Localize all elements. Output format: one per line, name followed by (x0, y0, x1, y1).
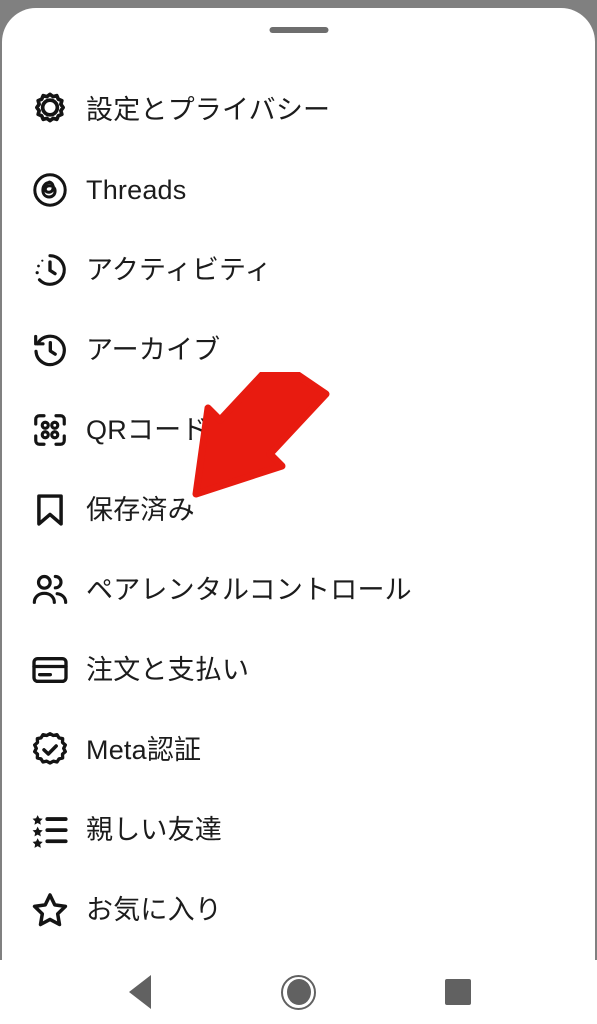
star-list-icon (24, 804, 76, 856)
menu-item-label: Threads (86, 174, 187, 205)
menu-item-label: 保存済み (86, 494, 195, 525)
star-icon (24, 884, 76, 936)
menu-item-parental-controls[interactable]: ペアレンタルコントロール (2, 550, 595, 630)
gear-icon (24, 84, 76, 136)
menu-item-label: 注文と支払い (86, 654, 250, 685)
phone-screen: 設定とプライバシー Threads アクティビティ アーカイブ QRコード 保存… (0, 0, 597, 1024)
menu-item-settings-privacy[interactable]: 設定とプライバシー (2, 70, 595, 150)
bookmark-icon (24, 484, 76, 536)
nav-back-button[interactable] (108, 960, 172, 1024)
menu-item-qr-code[interactable]: QRコード (2, 390, 595, 470)
menu-item-orders-payments[interactable]: 注文と支払い (2, 630, 595, 710)
menu-item-meta-verified[interactable]: Meta認証 (2, 710, 595, 790)
credit-card-icon (24, 644, 76, 696)
menu-item-label: QRコード (86, 414, 209, 445)
back-triangle-icon (128, 975, 151, 1009)
menu-item-label: 設定とプライバシー (86, 94, 331, 125)
nav-recents-button[interactable] (426, 960, 490, 1024)
menu-list: 設定とプライバシー Threads アクティビティ アーカイブ QRコード 保存… (2, 70, 595, 950)
menu-item-label: ペアレンタルコントロール (86, 574, 412, 605)
menu-item-threads[interactable]: Threads (2, 150, 595, 230)
menu-item-label: 親しい友達 (86, 814, 222, 845)
activity-clock-icon (24, 244, 76, 296)
menu-item-label: お気に入り (86, 894, 222, 925)
menu-item-archive[interactable]: アーカイブ (2, 310, 595, 390)
menu-item-favorites[interactable]: お気に入り (2, 870, 595, 950)
bottom-sheet: 設定とプライバシー Threads アクティビティ アーカイブ QRコード 保存… (2, 8, 595, 960)
archive-clock-icon (24, 324, 76, 376)
qr-code-icon (24, 404, 76, 456)
menu-item-label: アクティビティ (86, 254, 272, 285)
verified-badge-icon (24, 724, 76, 776)
threads-icon (24, 164, 76, 216)
menu-item-activity[interactable]: アクティビティ (2, 230, 595, 310)
drag-handle[interactable] (269, 27, 328, 33)
people-icon (24, 564, 76, 616)
menu-item-label: Meta認証 (86, 734, 202, 765)
android-navigation-bar (0, 960, 597, 1024)
nav-home-button[interactable] (267, 960, 331, 1024)
recents-square-icon (444, 979, 471, 1005)
menu-item-label: アーカイブ (86, 334, 221, 365)
home-circle-icon (281, 974, 316, 1010)
menu-item-saved[interactable]: 保存済み (2, 470, 595, 550)
menu-item-close-friends[interactable]: 親しい友達 (2, 790, 595, 870)
